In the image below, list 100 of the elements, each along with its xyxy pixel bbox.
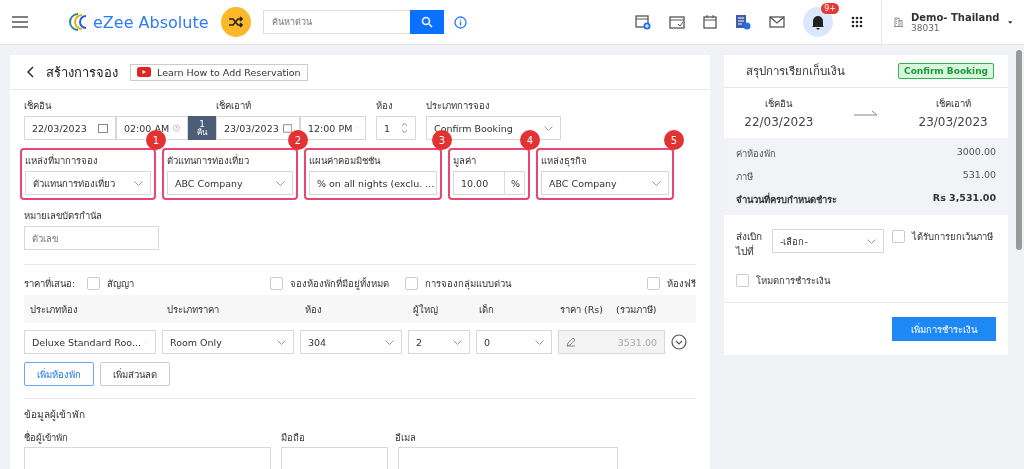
step-marker: 4 (520, 130, 540, 150)
action-button[interactable]: เพิ่มส่วนลด (100, 362, 170, 386)
column-header: ประเภทราคา (167, 302, 220, 317)
guest-name-field[interactable] (24, 447, 271, 469)
charge-amount: Rs 3,531.00 (932, 192, 996, 205)
notification-count: 9+ (821, 3, 839, 14)
dropdown-icon[interactable] (1007, 19, 1012, 25)
field-label: เช็คอิน (24, 99, 53, 113)
charge-label: ค่าห้องพัก (736, 147, 776, 161)
select-field[interactable]: ABC Company (167, 171, 293, 195)
select-field[interactable]: Room Only (162, 330, 294, 354)
date-value: 23/03/2023 (918, 115, 988, 130)
step-marker: 5 (664, 130, 684, 150)
column-header: (รวมภาษี) (616, 302, 657, 317)
checkbox[interactable] (270, 276, 284, 290)
checkbox-label: การจองกลุ่มแบบด่วน (425, 276, 512, 291)
shuffle-icon (228, 16, 243, 28)
price-field: 3531.00 (558, 330, 665, 354)
field-label: ชื่อผู้เข้าพัก (24, 430, 68, 445)
checkbox[interactable] (405, 276, 419, 290)
checkbox-label: สัญญา (107, 276, 135, 291)
step-marker: 2 (288, 130, 308, 150)
calendar-add-icon[interactable] (635, 14, 651, 30)
apps-icon[interactable] (851, 16, 863, 28)
field-label: ห้อง (376, 99, 394, 113)
checkbox[interactable] (647, 276, 660, 290)
date-field[interactable]: 22/03/2023 (24, 116, 116, 140)
checkbox[interactable] (87, 276, 101, 290)
calendar-icon[interactable] (282, 123, 292, 133)
rate-offered-label: ราคาที่เสนอ: (24, 276, 76, 291)
column-header: ห้อง (305, 302, 323, 317)
checkbox-label: โหมดการชำระเงิน (756, 274, 830, 288)
invoice-icon[interactable] (735, 14, 751, 30)
shuffle-button[interactable] (220, 7, 251, 37)
field-label: แหล่งที่มาการจอง (25, 153, 99, 168)
date-label: เช็คเอาท์ (935, 97, 971, 112)
bill-to-select[interactable]: -เลือก- (772, 229, 884, 253)
page-title: สร้างการจอง (46, 63, 118, 82)
select-field[interactable]: Deluxe Standard Roo... (24, 330, 156, 354)
search-button[interactable] (409, 10, 444, 34)
calendar-icon[interactable] (98, 123, 108, 133)
pencil-icon[interactable] (566, 337, 576, 347)
checkbox-label: ได้รับการยกเว้นภาษี (912, 230, 993, 244)
date-value: 22/03/2023 (744, 115, 814, 130)
stepper-arrows-icon[interactable] (401, 121, 408, 135)
calendar-check-icon[interactable] (669, 15, 685, 29)
mail-icon[interactable] (769, 16, 785, 28)
expand-icon[interactable] (671, 334, 687, 350)
number-field[interactable]: 10.00 % (453, 171, 525, 195)
property-name: Demo- Thailand (910, 11, 1000, 23)
field-label: หมายเลขบัตรกำนัล (24, 209, 103, 223)
search-field[interactable]: ค้นหาด่วน (262, 10, 410, 34)
field-label: ตัวแทนการท่องเที่ยว (167, 153, 250, 168)
select-field[interactable]: 2 (408, 330, 470, 354)
nights-badge: 1 คืน (188, 116, 216, 140)
scrollbar[interactable] (1016, 50, 1022, 250)
select-field[interactable]: ABC Company (541, 171, 669, 195)
help-video-button[interactable]: Learn How to Add Reservation (130, 63, 308, 81)
select-field[interactable]: % on all nights (exclu. ... (309, 171, 437, 195)
column-header: เด็ก (479, 302, 495, 317)
property-code: 38031 (910, 22, 941, 33)
select-field[interactable]: ตัวแทนการท่องเที่ยว (25, 171, 151, 195)
menu-icon[interactable] (12, 16, 28, 28)
column-header: ประเภทห้อง (30, 302, 79, 317)
rooms-spinner[interactable]: 1 (376, 116, 416, 140)
checkbox[interactable] (736, 274, 749, 287)
calendar-icon[interactable] (703, 15, 717, 29)
checkbox[interactable] (892, 230, 905, 243)
add-payment-button[interactable]: เพิ่มการชำระเงิน (892, 317, 996, 341)
field-label: เช็คเอาท์ (216, 99, 252, 113)
bell-icon (811, 14, 825, 30)
charge-amount: 531.00 (962, 169, 996, 182)
field-label: อีเมล (395, 431, 416, 445)
charge-label: ภาษี (736, 170, 753, 184)
select-field[interactable]: 0 (476, 330, 552, 354)
info-icon[interactable] (453, 15, 467, 29)
select-field[interactable]: 304 (300, 330, 402, 354)
charge-amount: 3000.00 (956, 146, 996, 159)
date-label: เช็คอิน (765, 97, 793, 112)
column-header: ราคา (Rs) (560, 302, 604, 317)
back-icon[interactable] (26, 66, 34, 78)
section-title: ข้อมูลผู้เข้าพัก (24, 408, 86, 422)
action-button[interactable]: เพิ่มห้องพัก (24, 362, 94, 386)
mobile-field[interactable] (281, 447, 388, 469)
field-label: มูลค่า (453, 154, 477, 168)
status-badge: Confirm Booking (898, 62, 994, 79)
field-label: มือถือ (281, 431, 305, 445)
field-label: ประเภทการจอง (426, 99, 491, 113)
voucher-field[interactable]: ตัวเลข (24, 226, 159, 250)
time-field[interactable]: 12:00 PM (300, 116, 366, 140)
checkbox-label: ห้องฟรี (667, 276, 696, 291)
field-label: แหล่งธุรกิจ (541, 154, 588, 168)
video-play-icon (137, 67, 151, 77)
email-field[interactable] (398, 447, 618, 469)
panel-title: สรุปการเรียกเก็บเงิน (746, 62, 845, 80)
column-header: ผู้ใหญ่ (413, 302, 439, 317)
logo-text: eZee Absolute (93, 12, 209, 32)
charge-label: จำนวนที่ครบกำหนดชำระ (736, 192, 837, 207)
field-label: แผนค่าคอมมิชชัน (309, 154, 382, 168)
field-label: ส่งเบิกไปที่ (736, 230, 763, 259)
